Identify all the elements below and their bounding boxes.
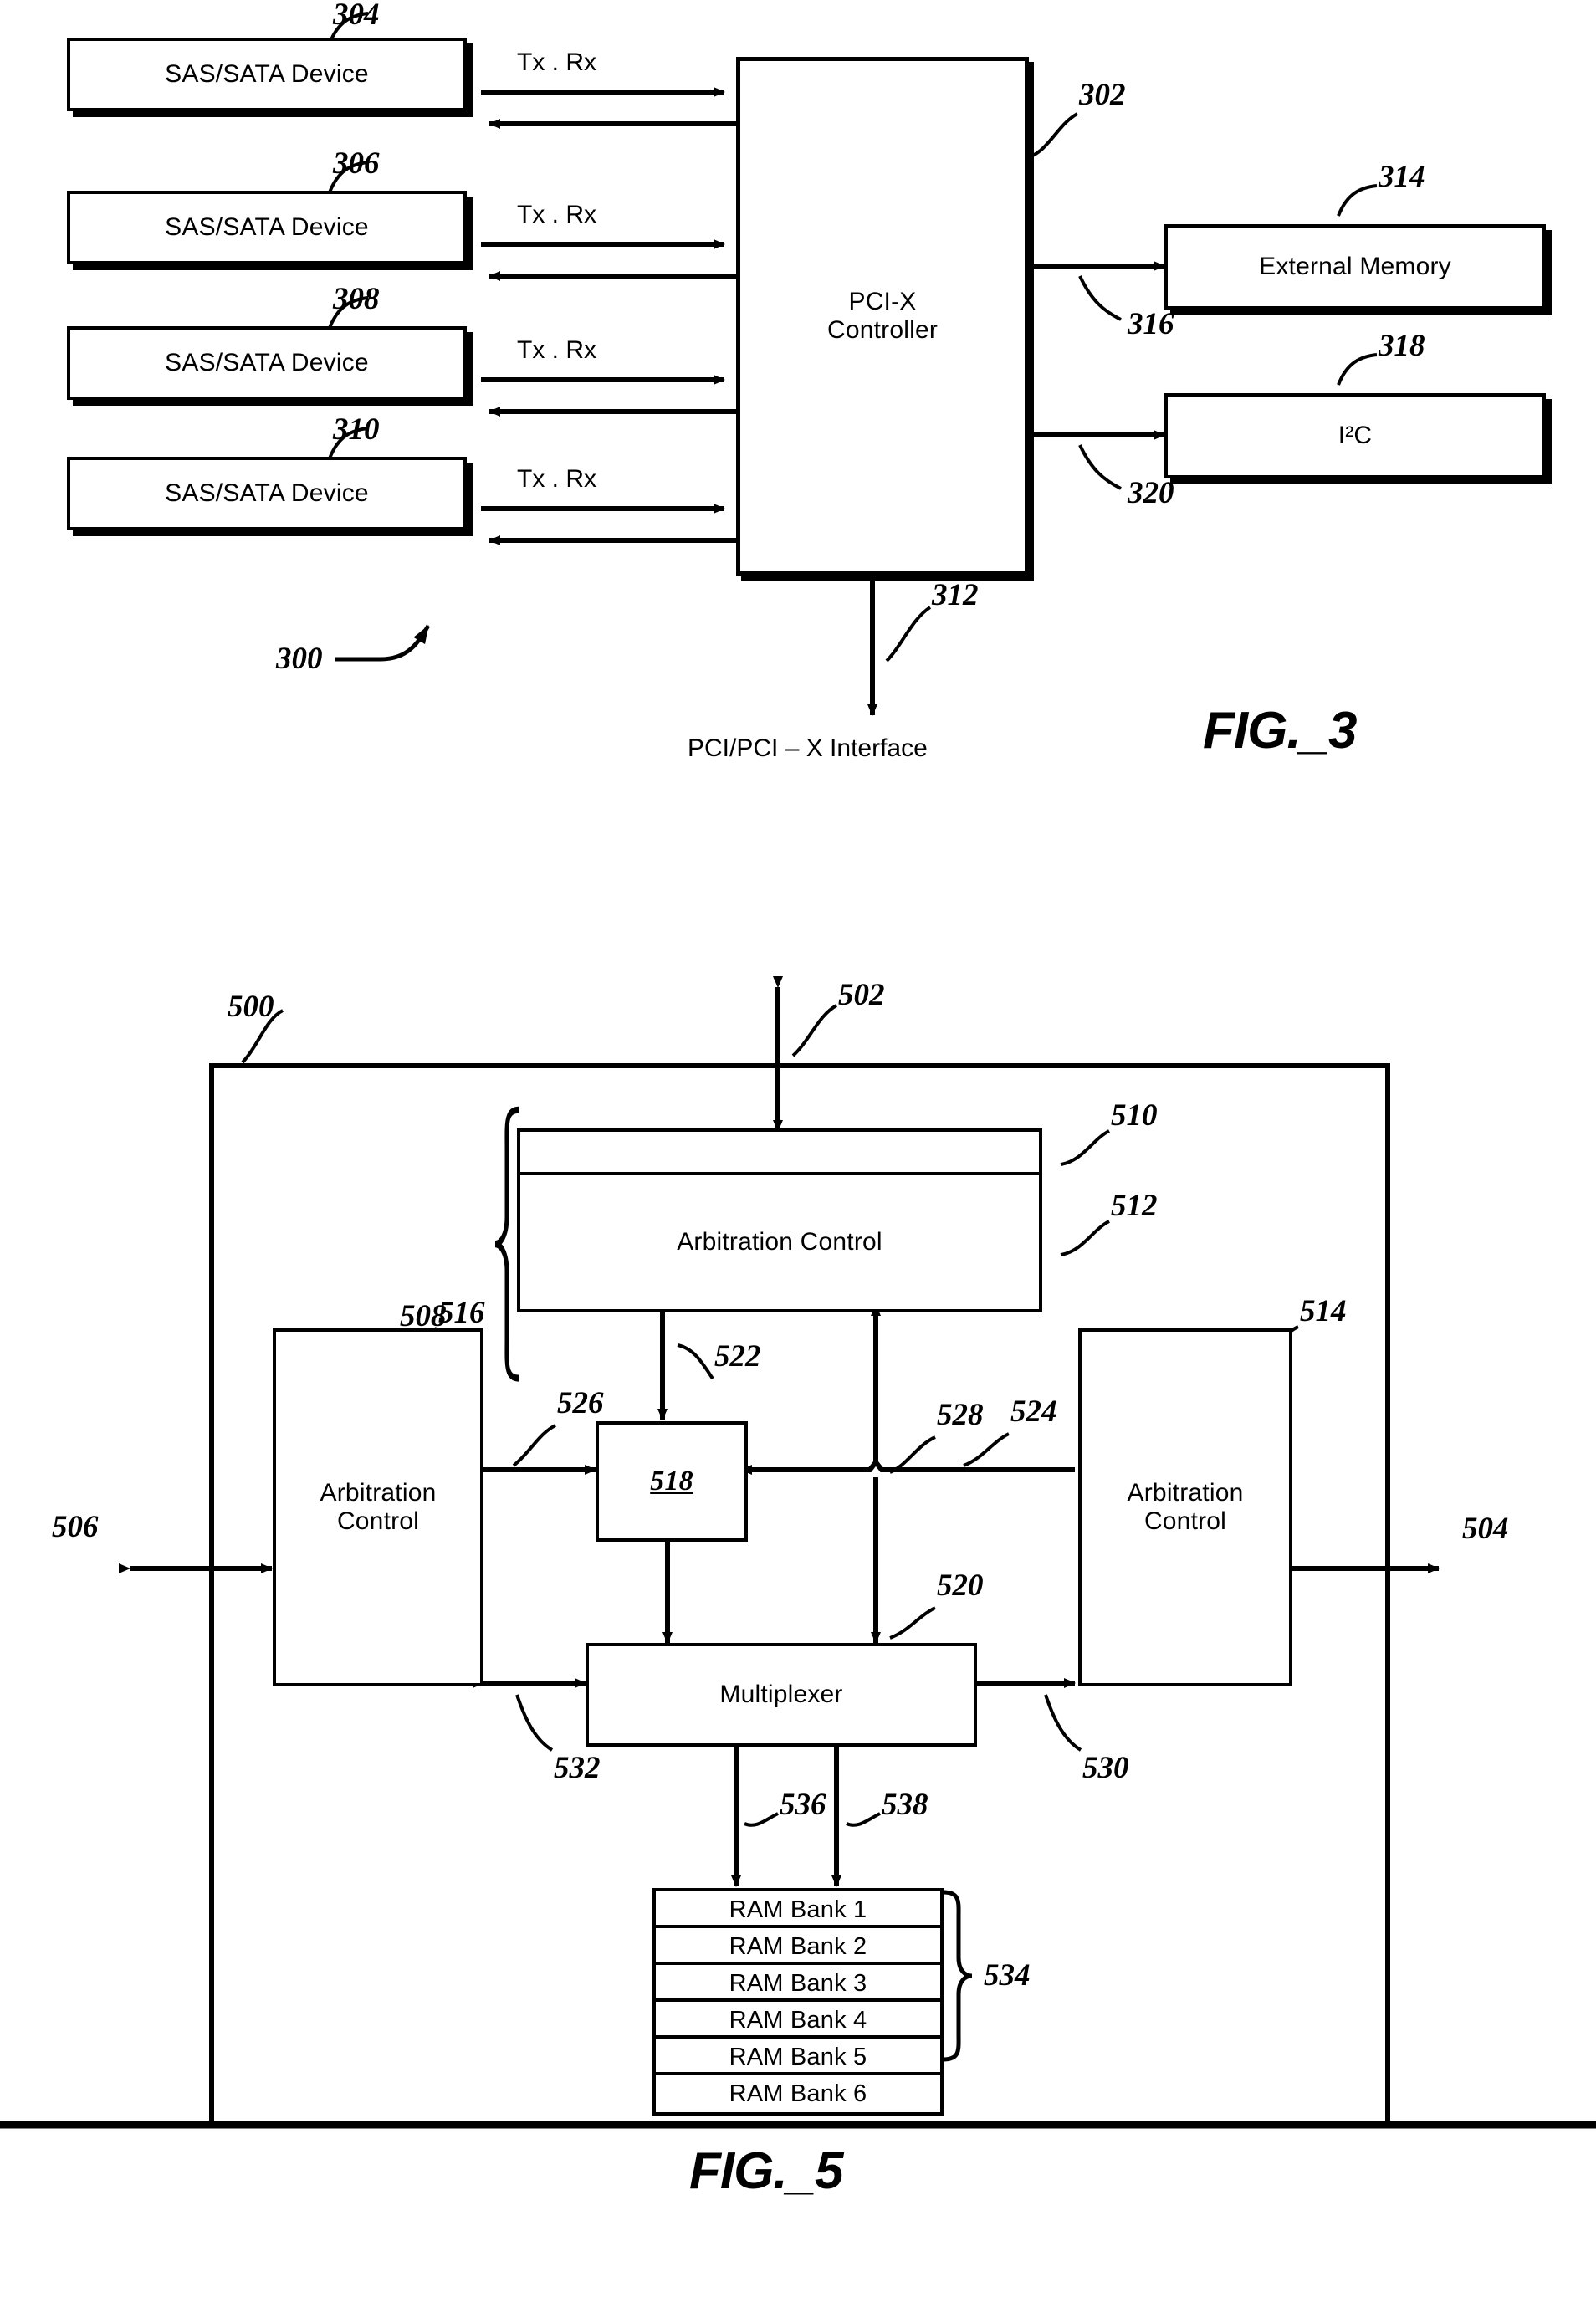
pci-x-controller-block[interactable]: PCI-X Controller (736, 57, 1029, 576)
arbitration-control-label: Arbitration Control (677, 1228, 882, 1256)
txrx-label-304: Tx . Rx (517, 49, 596, 76)
sas-sata-device-308[interactable]: SAS/SATA Device (67, 326, 467, 400)
host-interface-label: PCI/PCI – X Interface (688, 734, 928, 762)
external-memory-label: External Memory (1259, 253, 1451, 280)
sas-sata-device-label: SAS/SATA Device (165, 213, 369, 241)
arbitration-line-2: Control (1143, 1507, 1227, 1535)
ref-312: 312 (932, 578, 979, 612)
sas-sata-device-label: SAS/SATA Device (165, 60, 369, 88)
txrx-label-308: Tx . Rx (517, 336, 596, 364)
ref-300: 300 (276, 642, 323, 676)
i2c-label: I²C (1338, 422, 1373, 449)
ref-538: 538 (882, 1788, 928, 1822)
figure-3-caption: FIG._3 (1203, 702, 1358, 760)
ref-522: 522 (714, 1339, 761, 1374)
ref-536: 536 (780, 1788, 826, 1822)
figure-5-caption: FIG._5 (689, 2142, 844, 2200)
controller-line-1: PCI-X (848, 287, 917, 315)
arbitration-line-1: Arbitration (320, 1478, 437, 1507)
arbitration-line-1: Arbitration (1127, 1478, 1244, 1507)
ram-bank-label: RAM Bank 2 (729, 1932, 867, 1960)
multiplexer-label: Multiplexer (719, 1681, 843, 1708)
ref-310: 310 (333, 412, 380, 447)
ref-318: 318 (1379, 329, 1425, 363)
sas-sata-device-310[interactable]: SAS/SATA Device (67, 457, 467, 530)
top-arbitration-control-block[interactable]: Arbitration Control (517, 1172, 1042, 1312)
register-block-518[interactable]: 518 (596, 1421, 748, 1542)
ref-302: 302 (1079, 78, 1126, 112)
txrx-label-310: Tx . Rx (517, 465, 596, 493)
arbitration-control-label: Arbitration Control (1128, 1479, 1244, 1537)
external-memory-block[interactable]: External Memory (1164, 224, 1546, 310)
i2c-block[interactable]: I²C (1164, 393, 1546, 478)
ref-306: 306 (333, 146, 380, 181)
ref-506: 506 (52, 1510, 99, 1544)
ref-512: 512 (1111, 1189, 1158, 1223)
txrx-label-306: Tx . Rx (517, 201, 596, 228)
ref-504: 504 (1462, 1512, 1509, 1546)
ram-bank-label: RAM Bank 6 (729, 2080, 867, 2107)
ref-516: 516 (438, 1296, 485, 1330)
ref-530: 530 (1082, 1751, 1129, 1785)
ram-bank-label: RAM Bank 5 (729, 2043, 867, 2070)
ram-bank-4[interactable]: RAM Bank 4 (652, 1998, 944, 2039)
arbitration-control-strip-510[interactable] (517, 1128, 1042, 1178)
ref-520: 520 (937, 1568, 984, 1603)
ref-514: 514 (1300, 1294, 1347, 1328)
sas-sata-device-label: SAS/SATA Device (165, 349, 369, 376)
sas-sata-device-306[interactable]: SAS/SATA Device (67, 191, 467, 264)
ref-500: 500 (228, 990, 274, 1024)
sas-sata-device-label: SAS/SATA Device (165, 479, 369, 507)
ram-bank-label: RAM Bank 4 (729, 2006, 867, 2034)
sas-sata-device-304[interactable]: SAS/SATA Device (67, 38, 467, 111)
ref-526: 526 (557, 1386, 604, 1420)
arbitration-control-label: Arbitration Control (320, 1479, 437, 1537)
arbitration-line-2: Control (336, 1507, 420, 1535)
controller-line-2: Controller (826, 316, 939, 344)
ref-314: 314 (1379, 160, 1425, 194)
ref-316: 316 (1128, 307, 1174, 341)
ref-524: 524 (1010, 1394, 1057, 1429)
ref-528: 528 (937, 1398, 984, 1432)
ref-304: 304 (333, 0, 380, 32)
ref-502: 502 (838, 978, 885, 1012)
ram-bank-1[interactable]: RAM Bank 1 (652, 1888, 944, 1928)
right-arbitration-control-block[interactable]: Arbitration Control (1078, 1328, 1292, 1686)
ref-510: 510 (1111, 1098, 1158, 1133)
multiplexer-block[interactable]: Multiplexer (586, 1643, 977, 1747)
ram-bank-label: RAM Bank 3 (729, 1969, 867, 1997)
pci-x-controller-label: PCI-X Controller (827, 288, 938, 345)
ram-bank-label: RAM Bank 1 (729, 1896, 867, 1923)
ram-bank-3[interactable]: RAM Bank 3 (652, 1962, 944, 2002)
ref-532: 532 (554, 1751, 601, 1785)
ref-534: 534 (984, 1958, 1031, 1993)
ram-bank-6[interactable]: RAM Bank 6 (652, 2072, 944, 2116)
ref-320: 320 (1128, 476, 1174, 510)
ram-bank-2[interactable]: RAM Bank 2 (652, 1925, 944, 1965)
patent-drawing-sheet: SAS/SATA Device SAS/SATA Device SAS/SATA… (0, 0, 1596, 2323)
ref-308: 308 (333, 282, 380, 316)
register-block-label: 518 (650, 1466, 693, 1497)
left-arbitration-control-block[interactable]: Arbitration Control (273, 1328, 483, 1686)
ram-bank-5[interactable]: RAM Bank 5 (652, 2035, 944, 2075)
